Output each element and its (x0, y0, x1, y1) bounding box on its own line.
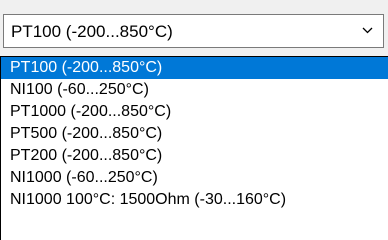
chevron-down-icon (362, 27, 373, 34)
sensor-type-option-list[interactable]: PT100 (-200...850°C) NI100 (-60...250°C)… (0, 56, 388, 240)
sensor-type-combobox[interactable]: PT100 (-200...850°C) (3, 14, 384, 48)
option-item[interactable]: NI1000 100°C: 1500Ohm (-30...160°C) (1, 189, 388, 211)
option-item[interactable]: NI1000 (-60...250°C) (1, 167, 388, 189)
dropdown-button[interactable] (353, 15, 383, 47)
option-item[interactable]: PT1000 (-200...850°C) (1, 101, 388, 123)
combobox-selected-value: PT100 (-200...850°C) (11, 22, 173, 41)
option-item[interactable]: PT100 (-200...850°C) (1, 57, 388, 79)
option-item[interactable]: NI100 (-60...250°C) (1, 79, 388, 101)
option-item[interactable]: PT200 (-200...850°C) (1, 145, 388, 167)
option-item[interactable]: PT500 (-200...850°C) (1, 123, 388, 145)
sensor-type-dropdown-area: PT100 (-200...850°C) PT100 (-200...850°C… (0, 0, 388, 240)
